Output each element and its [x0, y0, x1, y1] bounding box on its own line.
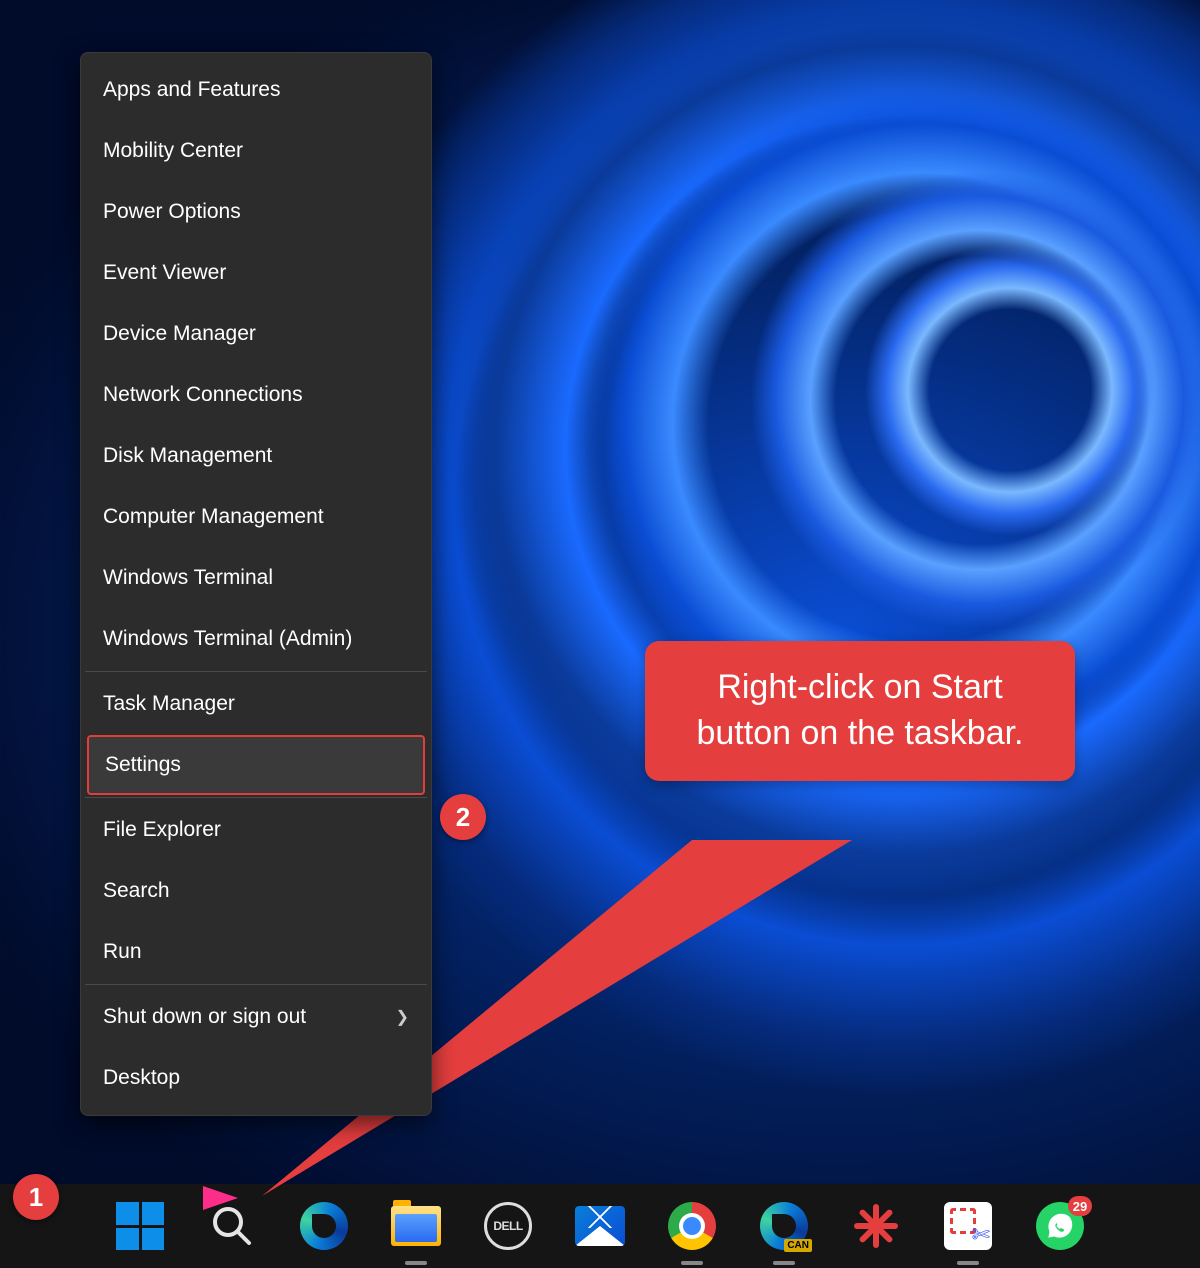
- menu-item-file-explorer[interactable]: File Explorer: [87, 800, 425, 860]
- annotation-arrow: [48, 1186, 248, 1221]
- start-context-menu: Apps and Features Mobility Center Power …: [80, 52, 432, 1116]
- menu-item-label: Task Manager: [103, 692, 235, 716]
- menu-item-label: Run: [103, 940, 142, 964]
- edge-icon: [300, 1202, 348, 1250]
- menu-separator: [85, 984, 427, 985]
- menu-item-label: Shut down or sign out: [103, 1005, 306, 1029]
- menu-item-network-connections[interactable]: Network Connections: [87, 365, 425, 425]
- dell-icon: DELL: [484, 1202, 532, 1250]
- taskbar-edge[interactable]: [295, 1197, 353, 1255]
- menu-item-label: File Explorer: [103, 818, 221, 842]
- menu-item-windows-terminal-admin[interactable]: Windows Terminal (Admin): [87, 609, 425, 669]
- menu-item-label: Mobility Center: [103, 139, 243, 163]
- menu-item-label: Power Options: [103, 200, 241, 224]
- taskbar-chrome[interactable]: [663, 1197, 721, 1255]
- folder-icon: [391, 1206, 441, 1246]
- menu-item-event-viewer[interactable]: Event Viewer: [87, 243, 425, 303]
- whatsapp-icon: 29: [1036, 1202, 1084, 1250]
- menu-item-label: Event Viewer: [103, 261, 226, 285]
- menu-item-device-manager[interactable]: Device Manager: [87, 304, 425, 364]
- menu-item-run[interactable]: Run: [87, 922, 425, 982]
- chevron-right-icon: ❯: [396, 1007, 409, 1027]
- menu-item-task-manager[interactable]: Task Manager: [87, 674, 425, 734]
- taskbar-dell[interactable]: DELL: [479, 1197, 537, 1255]
- menu-item-label: Windows Terminal: [103, 566, 273, 590]
- notification-badge: 29: [1068, 1196, 1092, 1216]
- menu-item-label: Device Manager: [103, 322, 256, 346]
- taskbar-file-explorer[interactable]: [387, 1197, 445, 1255]
- callout-text: Right-click on Start button on the taskb…: [696, 668, 1023, 752]
- menu-item-label: Apps and Features: [103, 78, 280, 102]
- taskbar-edge-can[interactable]: CAN: [755, 1197, 813, 1255]
- menu-item-label: Computer Management: [103, 505, 324, 529]
- taskbar-mail[interactable]: [571, 1197, 629, 1255]
- menu-item-label: Disk Management: [103, 444, 272, 468]
- mail-icon: [575, 1206, 625, 1246]
- menu-item-disk-management[interactable]: Disk Management: [87, 426, 425, 486]
- menu-item-settings[interactable]: Settings: [87, 735, 425, 795]
- instruction-callout: Right-click on Start button on the taskb…: [645, 641, 1075, 781]
- menu-item-mobility-center[interactable]: Mobility Center: [87, 121, 425, 181]
- menu-item-label: Search: [103, 879, 170, 903]
- menu-item-label: Windows Terminal (Admin): [103, 627, 352, 651]
- menu-item-label: Network Connections: [103, 383, 303, 407]
- taskbar-snipping-tool[interactable]: ✄: [939, 1197, 997, 1255]
- edge-canary-icon: CAN: [760, 1202, 808, 1250]
- menu-item-windows-terminal[interactable]: Windows Terminal: [87, 548, 425, 608]
- menu-separator: [85, 797, 427, 798]
- menu-item-power-options[interactable]: Power Options: [87, 182, 425, 242]
- annotation-badge-2: 2: [440, 794, 486, 840]
- menu-item-label: Settings: [105, 753, 181, 777]
- taskbar-whatsapp[interactable]: 29: [1031, 1197, 1089, 1255]
- menu-item-computer-management[interactable]: Computer Management: [87, 487, 425, 547]
- annotation-badge-1: 1: [13, 1174, 59, 1220]
- menu-separator: [85, 671, 427, 672]
- huawei-icon: [852, 1202, 900, 1250]
- menu-item-search[interactable]: Search: [87, 861, 425, 921]
- menu-item-label: Desktop: [103, 1066, 180, 1090]
- snipping-tool-icon: ✄: [944, 1202, 992, 1250]
- chrome-icon: [668, 1202, 716, 1250]
- menu-item-desktop[interactable]: Desktop: [87, 1048, 425, 1108]
- menu-item-shutdown-signout[interactable]: Shut down or sign out ❯: [87, 987, 425, 1047]
- menu-item-apps-features[interactable]: Apps and Features: [87, 60, 425, 120]
- taskbar-huawei[interactable]: [847, 1197, 905, 1255]
